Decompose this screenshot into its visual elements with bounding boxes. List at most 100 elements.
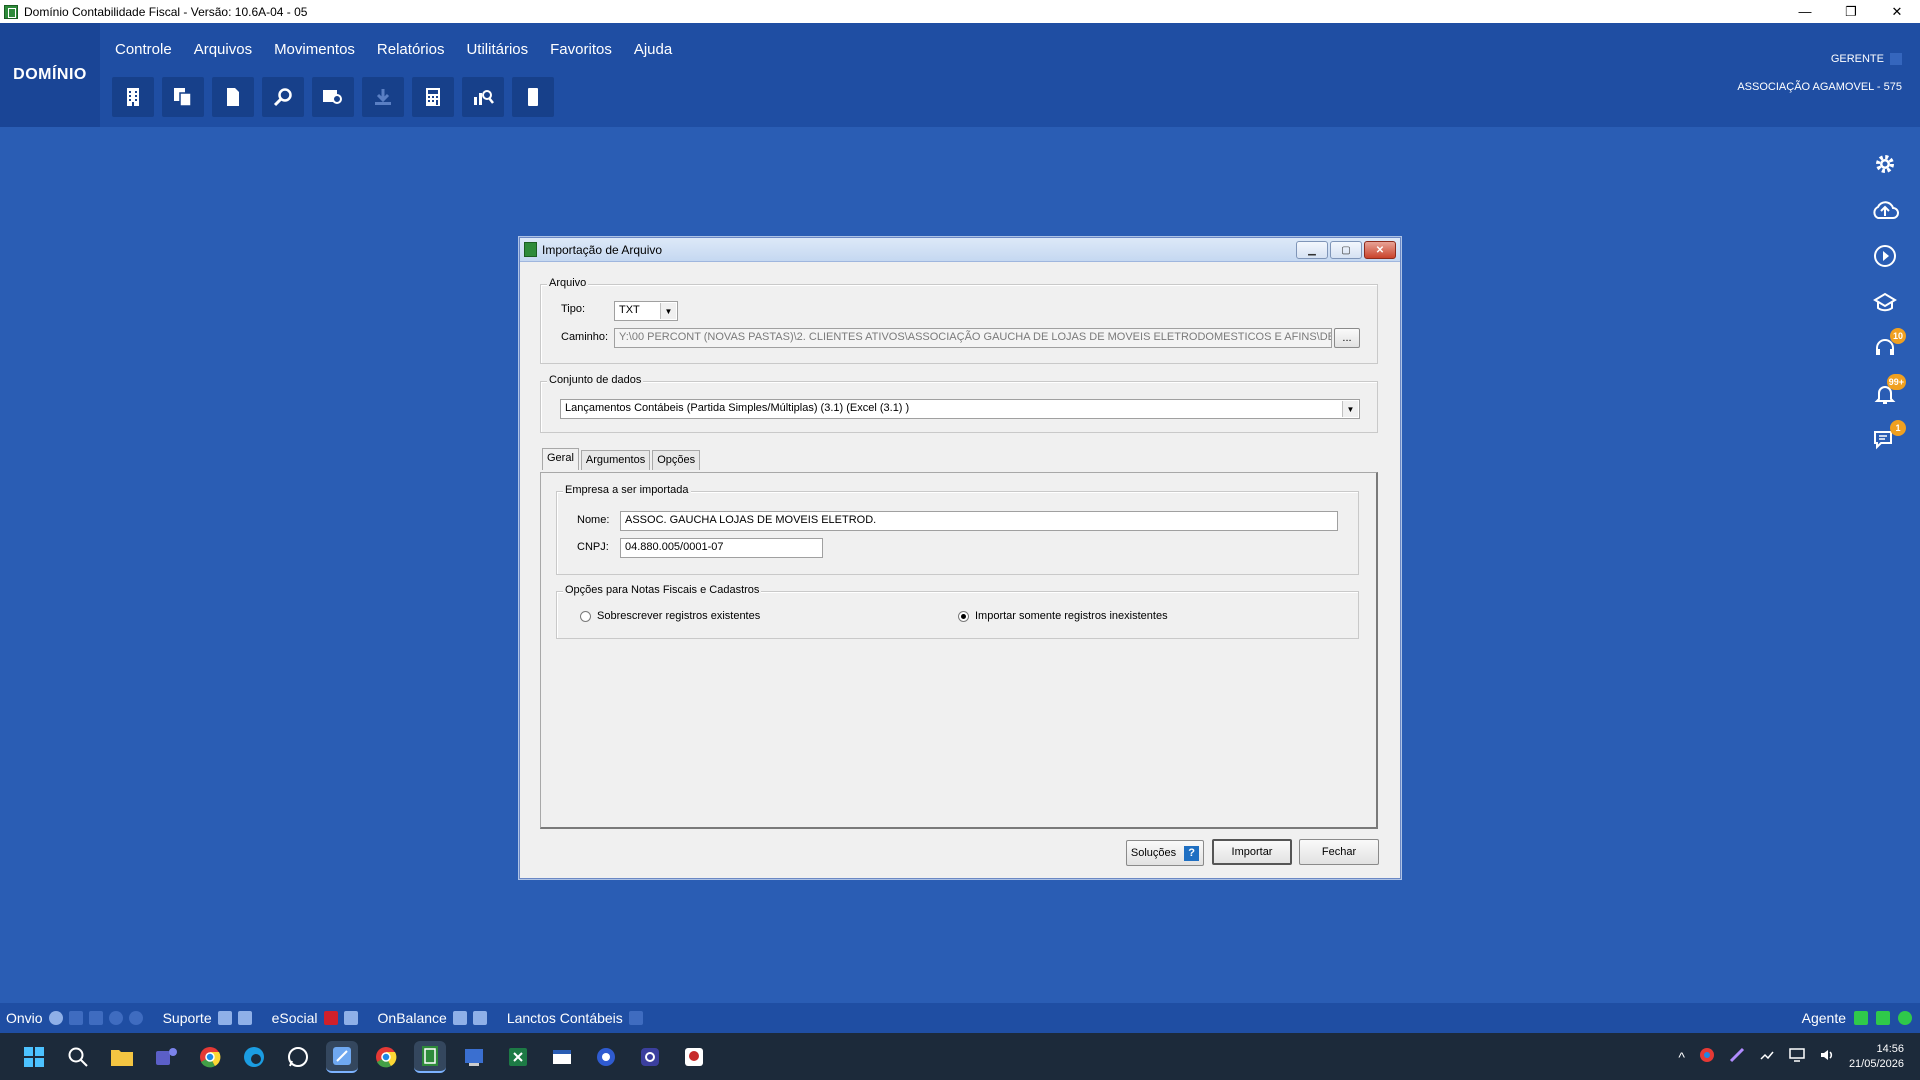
agente-label[interactable]: Agente [1802, 1010, 1846, 1026]
app-icon-15[interactable] [634, 1041, 666, 1073]
menu-favoritos[interactable]: Favoritos [550, 41, 612, 58]
menu-movimentos[interactable]: Movimentos [274, 41, 355, 58]
menu-utilitarios[interactable]: Utilitários [466, 41, 528, 58]
dialog-minimize-button[interactable]: ▁ [1296, 241, 1328, 259]
gear-icon[interactable] [1870, 152, 1900, 178]
chevron-up-icon[interactable]: ^ [1678, 1049, 1685, 1065]
tab-geral[interactable]: Geral [542, 448, 579, 470]
edge-icon[interactable] [238, 1041, 270, 1073]
tipo-label: Tipo: [561, 303, 586, 315]
chrome-icon[interactable] [194, 1041, 226, 1073]
tipo-select[interactable]: TXT ▼ [614, 301, 678, 321]
dialog-titlebar: Importação de Arquivo ▁ ▢ ✕ [520, 238, 1400, 262]
chrome-profile-icon[interactable] [370, 1041, 402, 1073]
suporte-plus-icon[interactable] [217, 1011, 232, 1025]
dominio-fiscal-icon[interactable] [414, 1040, 446, 1073]
sobrescrever-label: Sobrescrever registros existentes [597, 610, 761, 622]
suporte-list-icon[interactable] [237, 1011, 252, 1025]
sobrescrever-radio-circle[interactable] [580, 610, 591, 622]
browse-button[interactable]: ... [1334, 328, 1360, 348]
agent-monitor-icon[interactable] [1876, 1011, 1890, 1025]
caminho-field[interactable]: Y:\00 PERCONT (NOVAS PASTAS)\2. CLIENTES… [614, 328, 1332, 348]
download-icon[interactable] [362, 77, 404, 117]
chat-icon[interactable]: 1 [1870, 420, 1906, 454]
close-window-button[interactable]: ✕ [1874, 0, 1920, 23]
search-icon[interactable] [62, 1041, 94, 1073]
app-icon-16[interactable] [678, 1041, 710, 1073]
bell-icon[interactable]: 99+ [1870, 374, 1906, 408]
onvio-icon-4[interactable] [108, 1011, 123, 1025]
search-icon[interactable] [262, 77, 304, 117]
importar-radio-circle[interactable] [958, 610, 969, 622]
graduation-icon[interactable] [1870, 290, 1900, 316]
file-explorer-icon[interactable] [106, 1041, 138, 1073]
analytics-icon[interactable] [462, 77, 504, 117]
menu-relatorios[interactable]: Relatórios [377, 41, 445, 58]
app-icon-11[interactable] [458, 1041, 490, 1073]
suporte-label[interactable]: Suporte [163, 1010, 212, 1026]
volume-icon[interactable] [1819, 1047, 1835, 1066]
importar-radio[interactable]: Importar somente registros inexistentes [958, 610, 1168, 622]
display-icon[interactable] [1789, 1047, 1805, 1066]
esocial-list-icon[interactable] [343, 1011, 358, 1025]
clock[interactable]: 14:56 21/05/2026 [1849, 1042, 1904, 1072]
caminho-label: Caminho: [561, 331, 609, 343]
lanctos-label[interactable]: Lanctos Contábeis [507, 1010, 623, 1026]
system-tray: ^ 14:56 21/05/2026 [1678, 1042, 1904, 1072]
building-icon[interactable] [112, 77, 154, 117]
agent-chat-icon[interactable] [1854, 1011, 1868, 1025]
windows-start-icon[interactable] [18, 1041, 50, 1073]
onbalance-download-icon[interactable] [472, 1011, 487, 1025]
onvio-icon-5[interactable] [128, 1011, 143, 1025]
dialog-title: Importação de Arquivo [542, 242, 663, 257]
minimize-button[interactable]: — [1782, 0, 1828, 23]
onvio-icon-2[interactable] [68, 1011, 83, 1025]
copy-icon[interactable] [162, 77, 204, 117]
importar-button[interactable]: Importar [1212, 839, 1292, 865]
teams-icon[interactable] [150, 1041, 182, 1073]
esocial-label[interactable]: eSocial [272, 1010, 318, 1026]
excel-icon[interactable] [502, 1041, 534, 1073]
chrome-tray-icon[interactable] [1699, 1047, 1715, 1066]
onvio-icon-3[interactable] [88, 1011, 103, 1025]
menu-ajuda[interactable]: Ajuda [634, 41, 672, 58]
app-icon-13[interactable] [546, 1041, 578, 1073]
onbalance-mail-icon[interactable] [452, 1011, 467, 1025]
tab-opcoes[interactable]: Opções [652, 450, 701, 470]
clock-time: 14:56 [1876, 1042, 1904, 1055]
restore-button[interactable]: ❐ [1828, 0, 1874, 23]
tab-argumentos[interactable]: Argumentos [580, 450, 651, 470]
phone-icon[interactable] [512, 77, 554, 117]
calculator-icon[interactable] [412, 77, 454, 117]
ticket-icon[interactable] [312, 77, 354, 117]
conjunto-select[interactable]: Lançamentos Contábeis (Partida Simples/M… [560, 399, 1360, 419]
onvio-play-icon[interactable] [48, 1011, 63, 1025]
onvio-label[interactable]: Onvio [6, 1010, 43, 1026]
lanctos-icon[interactable] [628, 1011, 643, 1025]
dialog-maximize-button[interactable]: ▢ [1330, 241, 1362, 259]
chevron-down-icon[interactable]: ▼ [660, 303, 676, 319]
play-icon[interactable] [1870, 244, 1900, 270]
headset-icon[interactable]: 10 [1870, 328, 1906, 362]
nome-field[interactable]: ASSOC. GAUCHA LOJAS DE MOVEIS ELETROD. [620, 511, 1338, 531]
fechar-button[interactable]: Fechar [1299, 839, 1379, 865]
user-menu-icon[interactable] [1890, 53, 1902, 65]
document-icon[interactable] [212, 77, 254, 117]
whatsapp-icon[interactable] [282, 1041, 314, 1073]
app-header: DOMÍNIO Controle Arquivos Movimentos Rel… [0, 23, 1920, 127]
esocial-status-icon[interactable] [323, 1011, 338, 1025]
network-icon[interactable] [1759, 1047, 1775, 1066]
chevron-down-icon[interactable]: ▼ [1342, 401, 1358, 417]
cloud-upload-icon[interactable] [1870, 198, 1900, 224]
dialog-close-button[interactable]: ✕ [1364, 241, 1396, 259]
cnpj-field[interactable]: 04.880.005/0001-07 [620, 538, 823, 558]
solucoes-button[interactable]: Soluções ? [1126, 840, 1204, 866]
sobrescrever-radio[interactable]: Sobrescrever registros existentes [580, 610, 760, 622]
pen-icon[interactable] [1729, 1047, 1745, 1066]
menu-arquivos[interactable]: Arquivos [194, 41, 252, 58]
dominio-app-icon[interactable] [326, 1040, 358, 1073]
app-icon-14[interactable] [590, 1041, 622, 1073]
agent-status-icon[interactable] [1898, 1011, 1912, 1025]
onbalance-label[interactable]: OnBalance [378, 1010, 447, 1026]
menu-controle[interactable]: Controle [115, 41, 172, 58]
